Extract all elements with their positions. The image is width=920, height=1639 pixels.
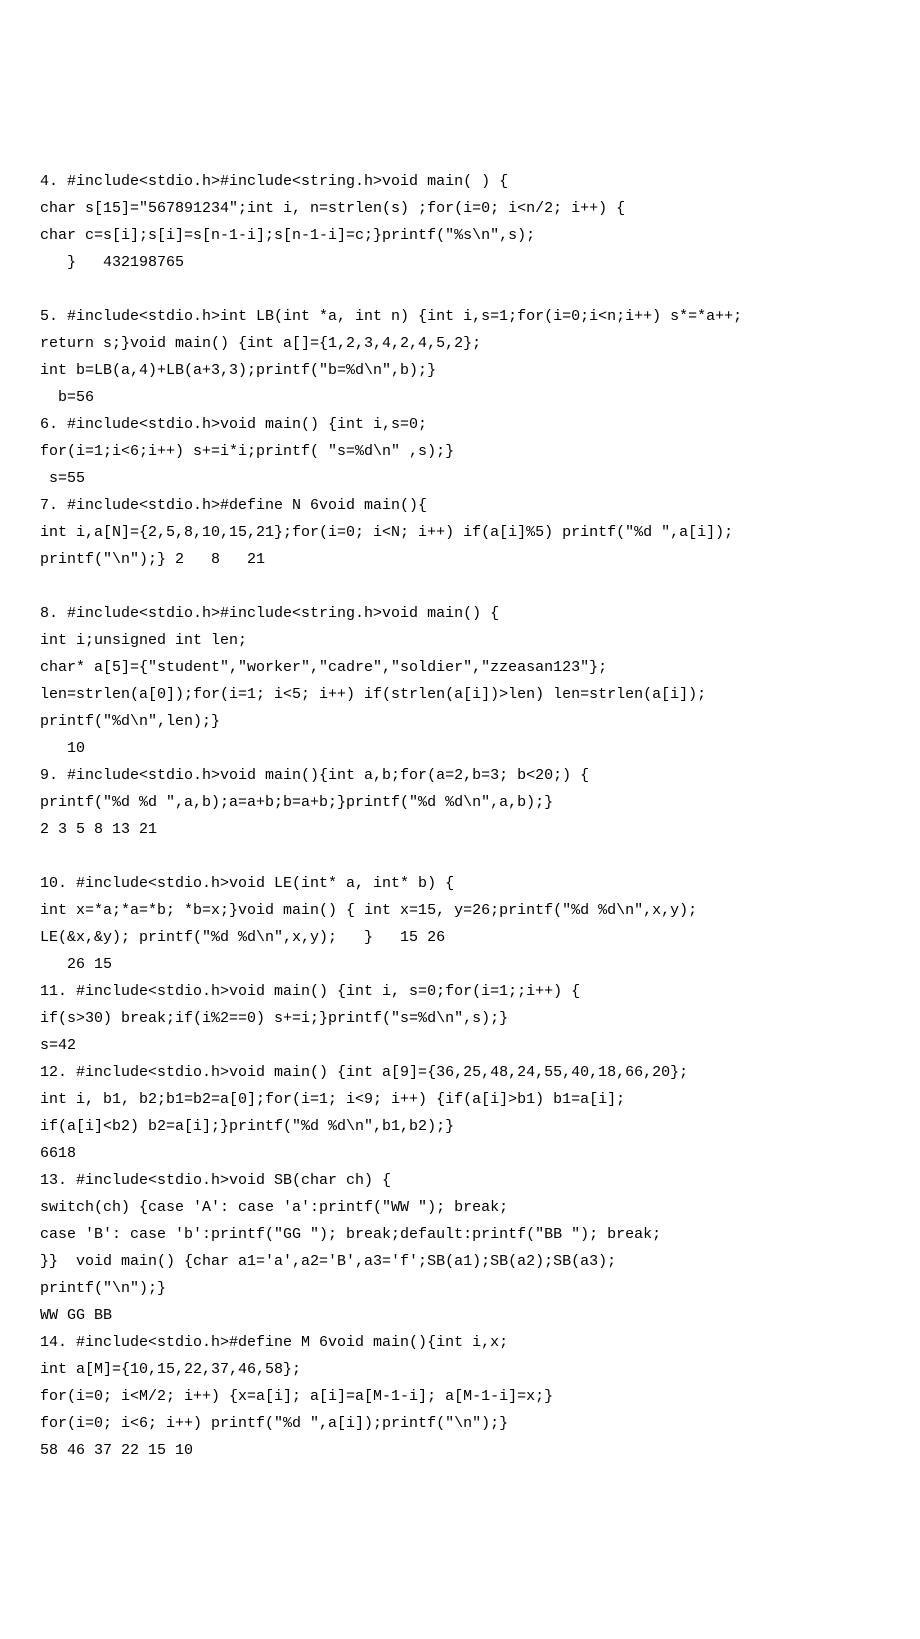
- code-line: 10: [40, 735, 880, 762]
- code-line: for(i=0; i<M/2; i++) {x=a[i]; a[i]=a[M-1…: [40, 1383, 880, 1410]
- code-line: 4. #include<stdio.h>#include<string.h>vo…: [40, 168, 880, 195]
- code-line: 2 3 5 8 13 21: [40, 816, 880, 843]
- code-line: 11. #include<stdio.h>void main() {int i,…: [40, 978, 880, 1005]
- code-line: printf("%d\n",len);}: [40, 708, 880, 735]
- code-line: int b=LB(a,4)+LB(a+3,3);printf("b=%d\n",…: [40, 357, 880, 384]
- code-line: len=strlen(a[0]);for(i=1; i<5; i++) if(s…: [40, 681, 880, 708]
- code-line: 6. #include<stdio.h>void main() {int i,s…: [40, 411, 880, 438]
- code-line: return s;}void main() {int a[]={1,2,3,4,…: [40, 330, 880, 357]
- code-line: b=56: [40, 384, 880, 411]
- code-line: } 432198765: [40, 249, 880, 276]
- code-line: 13. #include<stdio.h>void SB(char ch) {: [40, 1167, 880, 1194]
- code-line: [40, 276, 880, 303]
- code-line: 5. #include<stdio.h>int LB(int *a, int n…: [40, 303, 880, 330]
- code-line: for(i=1;i<6;i++) s+=i*i;printf( "s=%d\n"…: [40, 438, 880, 465]
- code-line: s=42: [40, 1032, 880, 1059]
- code-line: int i, b1, b2;b1=b2=a[0];for(i=1; i<9; i…: [40, 1086, 880, 1113]
- code-line: 6618: [40, 1140, 880, 1167]
- code-line: char* a[5]={"student","worker","cadre","…: [40, 654, 880, 681]
- code-line: 7. #include<stdio.h>#define N 6void main…: [40, 492, 880, 519]
- code-line: WW GG BB: [40, 1302, 880, 1329]
- code-line: LE(&x,&y); printf("%d %d\n",x,y); } 15 2…: [40, 924, 880, 951]
- code-line: int i;unsigned int len;: [40, 627, 880, 654]
- code-line: int a[M]={10,15,22,37,46,58};: [40, 1356, 880, 1383]
- code-line: s=55: [40, 465, 880, 492]
- code-line: if(s>30) break;if(i%2==0) s+=i;}printf("…: [40, 1005, 880, 1032]
- code-line: switch(ch) {case 'A': case 'a':printf("W…: [40, 1194, 880, 1221]
- code-line: case 'B': case 'b':printf("GG "); break;…: [40, 1221, 880, 1248]
- code-line: int i,a[N]={2,5,8,10,15,21};for(i=0; i<N…: [40, 519, 880, 546]
- code-line: }} void main() {char a1='a',a2='B',a3='f…: [40, 1248, 880, 1275]
- code-line: 26 15: [40, 951, 880, 978]
- code-line: for(i=0; i<6; i++) printf("%d ",a[i]);pr…: [40, 1410, 880, 1437]
- code-line: printf("\n");}: [40, 1275, 880, 1302]
- code-line: int x=*a;*a=*b; *b=x;}void main() { int …: [40, 897, 880, 924]
- code-line: char s[15]="567891234";int i, n=strlen(s…: [40, 195, 880, 222]
- code-line: 9. #include<stdio.h>void main(){int a,b;…: [40, 762, 880, 789]
- code-line: 10. #include<stdio.h>void LE(int* a, int…: [40, 870, 880, 897]
- code-line: 12. #include<stdio.h>void main() {int a[…: [40, 1059, 880, 1086]
- code-listing: 4. #include<stdio.h>#include<string.h>vo…: [40, 168, 880, 1464]
- code-line: [40, 843, 880, 870]
- code-line: 8. #include<stdio.h>#include<string.h>vo…: [40, 600, 880, 627]
- code-line: 14. #include<stdio.h>#define M 6void mai…: [40, 1329, 880, 1356]
- code-line: if(a[i]<b2) b2=a[i];}printf("%d %d\n",b1…: [40, 1113, 880, 1140]
- code-line: char c=s[i];s[i]=s[n-1-i];s[n-1-i]=c;}pr…: [40, 222, 880, 249]
- code-line: 58 46 37 22 15 10: [40, 1437, 880, 1464]
- code-line: printf("\n");} 2 8 21: [40, 546, 880, 573]
- code-line: [40, 573, 880, 600]
- code-line: printf("%d %d ",a,b);a=a+b;b=a+b;}printf…: [40, 789, 880, 816]
